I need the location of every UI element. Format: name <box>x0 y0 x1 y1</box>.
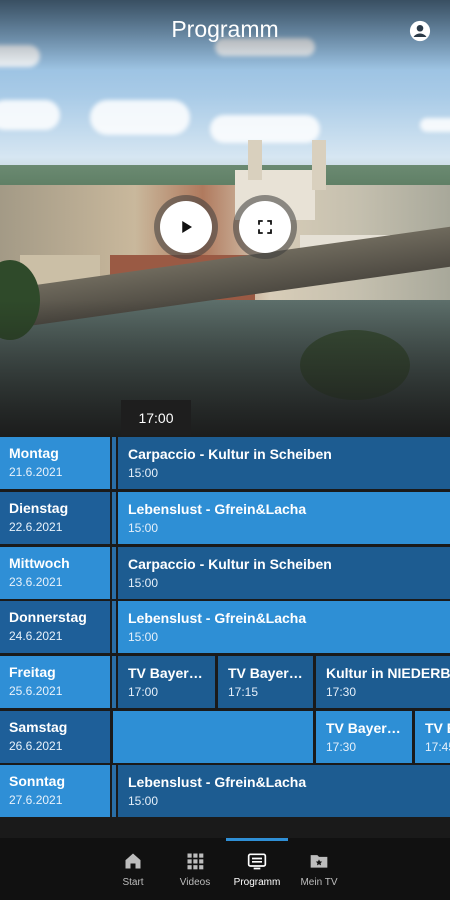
day-date: 23.6.2021 <box>9 575 63 589</box>
tv-guide-icon <box>247 853 267 870</box>
folder-star-icon <box>310 855 328 868</box>
program-title: TV Bayer… <box>128 665 203 681</box>
bottom-gradient <box>0 300 450 437</box>
cloud <box>210 115 320 143</box>
divider <box>112 437 116 489</box>
fullscreen-icon <box>258 220 272 234</box>
day-label[interactable]: Freitag 25.6.2021 <box>0 656 110 708</box>
program-time: 17:15 <box>228 685 259 699</box>
day-name: Dienstag <box>9 500 69 516</box>
program-item[interactable]: TV Bayer… 17:15 <box>218 656 313 708</box>
video-player[interactable]: Programm 17:00 <box>0 0 450 437</box>
day-name: Sonntag <box>9 773 65 789</box>
program-time: 15:00 <box>128 794 159 808</box>
cloud <box>0 100 60 130</box>
day-name: Donnerstag <box>9 609 87 625</box>
play-button[interactable] <box>160 201 212 253</box>
day-label[interactable]: Mittwoch 23.6.2021 <box>0 547 110 599</box>
cloud <box>90 100 190 135</box>
program-time: 15:00 <box>128 576 159 590</box>
tower <box>312 140 326 190</box>
day-date: 27.6.2021 <box>9 793 63 807</box>
divider <box>112 765 116 817</box>
nav-item-mein-tv[interactable]: Mein TV <box>288 838 350 900</box>
program-title: Kultur in NIEDERBAYERN <box>326 665 450 681</box>
day-name: Mittwoch <box>9 555 70 571</box>
day-row: Mittwoch 23.6.2021 Carpaccio - Kultur in… <box>0 547 450 599</box>
divider <box>112 601 116 653</box>
program-time: 15:00 <box>128 466 159 480</box>
cloud <box>420 118 450 132</box>
nav-item-start[interactable]: Start <box>102 838 164 900</box>
day-label[interactable]: Sonntag 27.6.2021 <box>0 765 110 817</box>
grid-icon <box>187 853 204 870</box>
day-date: 21.6.2021 <box>9 465 63 479</box>
divider <box>112 547 116 599</box>
program-time: 17:30 <box>326 685 357 699</box>
program-time: 17:45 <box>425 740 450 754</box>
nav-label: Programm <box>233 877 281 888</box>
nav-label: Mein TV <box>300 877 338 888</box>
day-label[interactable]: Montag 21.6.2021 <box>0 437 110 489</box>
program-title: TV Bayer… <box>326 720 401 736</box>
divider <box>112 492 116 544</box>
play-icon <box>182 221 192 233</box>
program-item[interactable]: TV Bayer… 17:00 <box>118 656 215 708</box>
nav-item-videos[interactable]: Videos <box>164 838 226 900</box>
fullscreen-button[interactable] <box>239 201 291 253</box>
day-row: Sonntag 27.6.2021 Lebenslust - Gfrein&La… <box>0 765 450 817</box>
program-title: Lebenslust - Gfrein&Lacha <box>128 501 307 517</box>
day-row: Montag 21.6.2021 Carpaccio - Kultur in S… <box>0 437 450 489</box>
tower <box>248 140 262 180</box>
program-title: TV Bayer… <box>425 720 450 736</box>
day-date: 24.6.2021 <box>9 629 63 643</box>
program-item[interactable]: Kultur in NIEDERBAYERN 17:30 <box>316 656 450 708</box>
current-time-badge: 17:00 <box>121 400 191 435</box>
program-title: Carpaccio - Kultur in Scheiben <box>128 556 332 572</box>
program-item-empty[interactable] <box>113 711 313 763</box>
program-time: 15:00 <box>128 521 159 535</box>
page-title: Programm <box>171 16 279 42</box>
program-time: 15:00 <box>128 630 159 644</box>
program-item[interactable]: Lebenslust - Gfrein&Lacha 15:00 <box>118 601 450 653</box>
nav-label: Start <box>122 877 144 888</box>
day-row: Donnerstag 24.6.2021 Lebenslust - Gfrein… <box>0 601 450 653</box>
program-title: Carpaccio - Kultur in Scheiben <box>128 446 332 462</box>
divider <box>112 656 116 708</box>
day-name: Freitag <box>9 664 56 680</box>
day-name: Montag <box>9 445 59 461</box>
program-title: Lebenslust - Gfrein&Lacha <box>128 610 307 626</box>
program-title: TV Bayer… <box>228 665 303 681</box>
program-item[interactable]: TV Bayer… 17:45 <box>415 711 450 763</box>
program-item[interactable]: Lebenslust - Gfrein&Lacha 15:00 <box>118 492 450 544</box>
bottom-navigation: Start Videos Programm Mein TV <box>0 838 450 900</box>
day-date: 26.6.2021 <box>9 739 63 753</box>
nav-label: Videos <box>179 877 211 888</box>
day-label[interactable]: Donnerstag 24.6.2021 <box>0 601 110 653</box>
day-label[interactable]: Samstag 26.6.2021 <box>0 711 110 763</box>
program-time: 17:00 <box>128 685 159 699</box>
day-row: Samstag 26.6.2021 TV Bayer… 17:30 TV Bay… <box>0 711 450 763</box>
program-time: 17:30 <box>326 740 357 754</box>
program-item[interactable]: Carpaccio - Kultur in Scheiben 15:00 <box>118 547 450 599</box>
home-icon <box>125 853 141 869</box>
program-title: Lebenslust - Gfrein&Lacha <box>128 774 307 790</box>
day-date: 22.6.2021 <box>9 520 63 534</box>
day-name: Samstag <box>9 719 68 735</box>
account-circle-icon[interactable] <box>409 20 431 42</box>
program-item[interactable]: Lebenslust - Gfrein&Lacha 15:00 <box>118 765 450 817</box>
day-row: Freitag 25.6.2021 TV Bayer… 17:00 TV Bay… <box>0 656 450 708</box>
day-label[interactable]: Dienstag 22.6.2021 <box>0 492 110 544</box>
nav-item-programm[interactable]: Programm <box>226 838 288 900</box>
program-item[interactable]: Carpaccio - Kultur in Scheiben 15:00 <box>118 437 450 489</box>
day-row: Dienstag 22.6.2021 Lebenslust - Gfrein&L… <box>0 492 450 544</box>
program-item[interactable]: TV Bayer… 17:30 <box>316 711 412 763</box>
day-date: 25.6.2021 <box>9 684 63 698</box>
